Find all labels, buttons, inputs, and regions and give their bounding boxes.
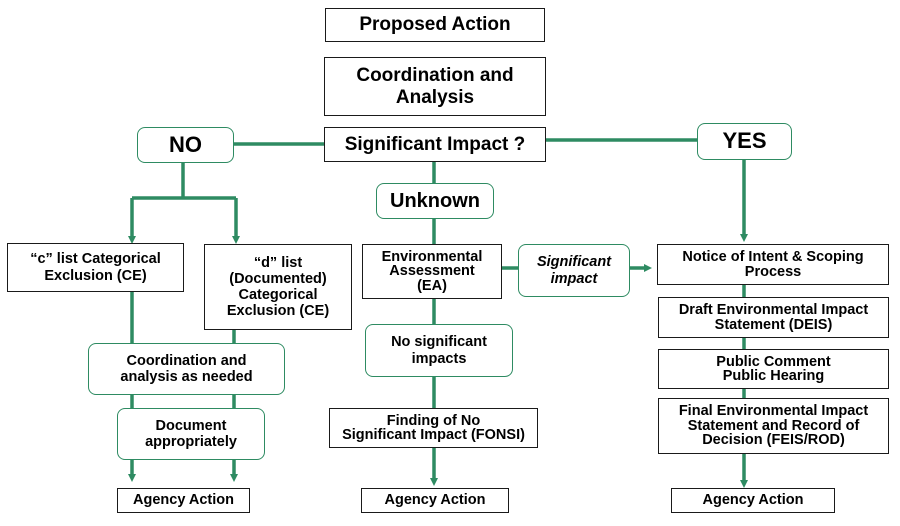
no-decision-box: NO <box>137 127 234 163</box>
proposed-action-box: Proposed Action <box>325 8 545 42</box>
agency-action-right-box: Agency Action <box>671 488 835 513</box>
coordination-analysis-label: Coordination and Analysis <box>356 65 514 108</box>
yes-decision-box: YES <box>697 123 792 160</box>
coordination-as-needed-label: Coordination and analysis as needed <box>120 352 253 385</box>
c-list-ce-label: “c” list Categorical Exclusion (CE) <box>30 251 161 284</box>
no-significant-impacts-box: No significant impacts <box>365 324 513 377</box>
document-appropriately-label: Document appropriately <box>145 417 237 450</box>
significant-impact-question-label: Significant Impact ? <box>344 133 526 155</box>
fonsi-label: Finding of No Significant Impact (FONSI) <box>342 412 525 443</box>
document-appropriately-box: Document appropriately <box>117 408 265 460</box>
significant-impact-question-box: Significant Impact ? <box>324 127 546 162</box>
deis-label: Draft Environmental Impact Statement (DE… <box>678 302 869 333</box>
notice-of-intent-label: Notice of Intent & Scoping Process <box>682 249 864 280</box>
notice-of-intent-box: Notice of Intent & Scoping Process <box>657 244 889 285</box>
public-comment-box: Public Comment Public Hearing <box>658 349 889 389</box>
agency-action-left-box: Agency Action <box>117 488 250 513</box>
unknown-decision-box: Unknown <box>376 183 494 219</box>
agency-action-right-label: Agency Action <box>702 492 804 509</box>
d-list-ce-box: “d” list (Documented) Categorical Exclus… <box>204 244 352 330</box>
environmental-assessment-label: Environmental Assessment (EA) <box>381 248 483 294</box>
d-list-ce-label: “d” list (Documented) Categorical Exclus… <box>226 254 330 320</box>
environmental-assessment-box: Environmental Assessment (EA) <box>362 244 502 299</box>
coordination-as-needed-box: Coordination and analysis as needed <box>88 343 285 395</box>
deis-box: Draft Environmental Impact Statement (DE… <box>658 297 889 338</box>
agency-action-center-label: Agency Action <box>384 492 486 509</box>
yes-label: YES <box>722 128 767 154</box>
proposed-action-label: Proposed Action <box>359 14 511 36</box>
coordination-analysis-box: Coordination and Analysis <box>324 57 546 116</box>
feis-rod-box: Final Environmental Impact Statement and… <box>658 398 889 454</box>
public-comment-label: Public Comment Public Hearing <box>716 353 831 384</box>
no-significant-impacts-label: No significant impacts <box>391 334 487 367</box>
significant-impact-branch-box: Significant impact <box>518 244 630 297</box>
fonsi-box: Finding of No Significant Impact (FONSI) <box>329 408 538 448</box>
significant-impact-branch-label: Significant impact <box>536 254 612 287</box>
c-list-ce-box: “c” list Categorical Exclusion (CE) <box>7 243 184 292</box>
no-label: NO <box>169 131 202 157</box>
agency-action-left-label: Agency Action <box>133 492 234 509</box>
feis-rod-label: Final Environmental Impact Statement and… <box>678 403 869 449</box>
nepa-flowchart: Proposed Action Coordination and Analysi… <box>0 0 900 526</box>
unknown-label: Unknown <box>390 189 480 212</box>
agency-action-center-box: Agency Action <box>361 488 509 513</box>
